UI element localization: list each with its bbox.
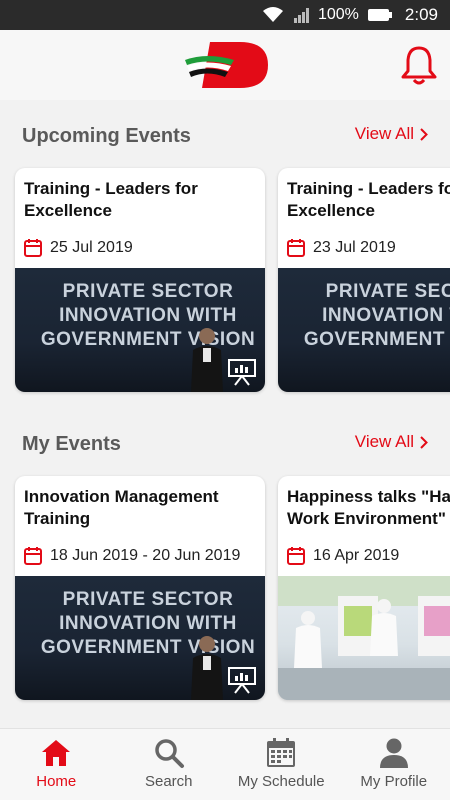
view-all-label: View All bbox=[354, 432, 414, 451]
event-image: PRIVATE SECTOR INNOVATION WITH GOVERNMEN… bbox=[15, 576, 265, 700]
status-bar: 100% 2:09 bbox=[0, 0, 450, 30]
event-date-row: 18 Jun 2019 - 20 Jun 2019 bbox=[24, 546, 240, 565]
wifi-icon bbox=[262, 6, 284, 24]
event-card[interactable]: Innovation Management Training 18 Jun 20… bbox=[15, 476, 265, 700]
event-title: Innovation Management Training bbox=[24, 487, 219, 528]
bell-icon[interactable] bbox=[400, 44, 438, 86]
presentation-icon bbox=[228, 667, 256, 694]
calendar-icon bbox=[287, 239, 305, 257]
event-title: Training - Leaders for Excellence bbox=[24, 179, 198, 220]
event-title: Happiness talks "Happy Work Environment" bbox=[287, 487, 450, 528]
stage-scene bbox=[278, 576, 450, 700]
calendar-icon bbox=[24, 239, 42, 257]
chevron-right-icon bbox=[420, 435, 428, 449]
nav-label: My Profile bbox=[360, 773, 428, 790]
view-all-my-events[interactable]: View All bbox=[355, 432, 428, 452]
event-date-row: 25 Jul 2019 bbox=[24, 238, 133, 257]
event-date: 25 Jul 2019 bbox=[50, 238, 133, 256]
section-title-my-events: My Events bbox=[22, 433, 121, 455]
nav-schedule[interactable]: My Schedule bbox=[225, 729, 338, 800]
event-date-row: 16 Apr 2019 bbox=[287, 546, 399, 565]
event-card[interactable]: Training - Leaders for Excellence 25 Jul… bbox=[15, 168, 265, 392]
event-date-row: 23 Jul 2019 bbox=[287, 238, 396, 257]
event-title: Training - Leaders for Excellence bbox=[287, 179, 450, 220]
event-image: PRIVATE SECTOR INNOVATION WITH GOVERNMEN… bbox=[15, 268, 265, 392]
nav-label: Home bbox=[36, 773, 77, 790]
view-all-upcoming[interactable]: View All bbox=[355, 124, 428, 144]
main-content: Upcoming Events View All Training - Lead… bbox=[0, 100, 450, 728]
profile-icon bbox=[379, 738, 408, 768]
home-icon bbox=[42, 740, 71, 766]
calendar-icon bbox=[267, 738, 296, 767]
event-card[interactable]: Training - Leaders for Excellence 23 Jul… bbox=[278, 168, 450, 392]
event-image: PRIVATE SECTOR INNOVATION WITH GOVERNMEN… bbox=[278, 268, 450, 392]
uae-logo[interactable] bbox=[182, 38, 270, 92]
event-date: 23 Jul 2019 bbox=[313, 238, 396, 256]
section-title-upcoming: Upcoming Events bbox=[22, 125, 191, 147]
chevron-right-icon bbox=[420, 127, 428, 141]
view-all-label: View All bbox=[354, 124, 414, 143]
event-image bbox=[278, 576, 450, 700]
calendar-icon bbox=[287, 547, 305, 565]
banner-text: PRIVATE SECTOR INNOVATION WITH GOVERNMEN… bbox=[303, 281, 450, 350]
nav-profile[interactable]: My Profile bbox=[338, 729, 450, 800]
calendar-icon bbox=[24, 547, 42, 565]
event-date: 16 Apr 2019 bbox=[313, 546, 400, 564]
speaker-figure bbox=[191, 328, 223, 392]
nav-home[interactable]: Home bbox=[0, 729, 113, 800]
bottom-nav: Home Search My Schedule My Profile bbox=[0, 728, 450, 800]
speaker-figure bbox=[191, 636, 223, 700]
nav-label: Search bbox=[144, 773, 193, 790]
search-icon bbox=[155, 739, 184, 768]
battery-icon bbox=[367, 8, 393, 22]
battery-percent: 100% bbox=[317, 6, 359, 23]
event-card[interactable]: Happiness talks "Happy Work Environment"… bbox=[278, 476, 450, 700]
presentation-icon bbox=[228, 359, 256, 386]
nav-search[interactable]: Search bbox=[113, 729, 226, 800]
nav-label: My Schedule bbox=[237, 773, 325, 790]
event-date: 18 Jun 2019 - 20 Jun 2019 bbox=[50, 546, 241, 564]
signal-icon bbox=[292, 6, 310, 24]
clock: 2:09 bbox=[404, 5, 438, 24]
app-header bbox=[0, 30, 450, 100]
